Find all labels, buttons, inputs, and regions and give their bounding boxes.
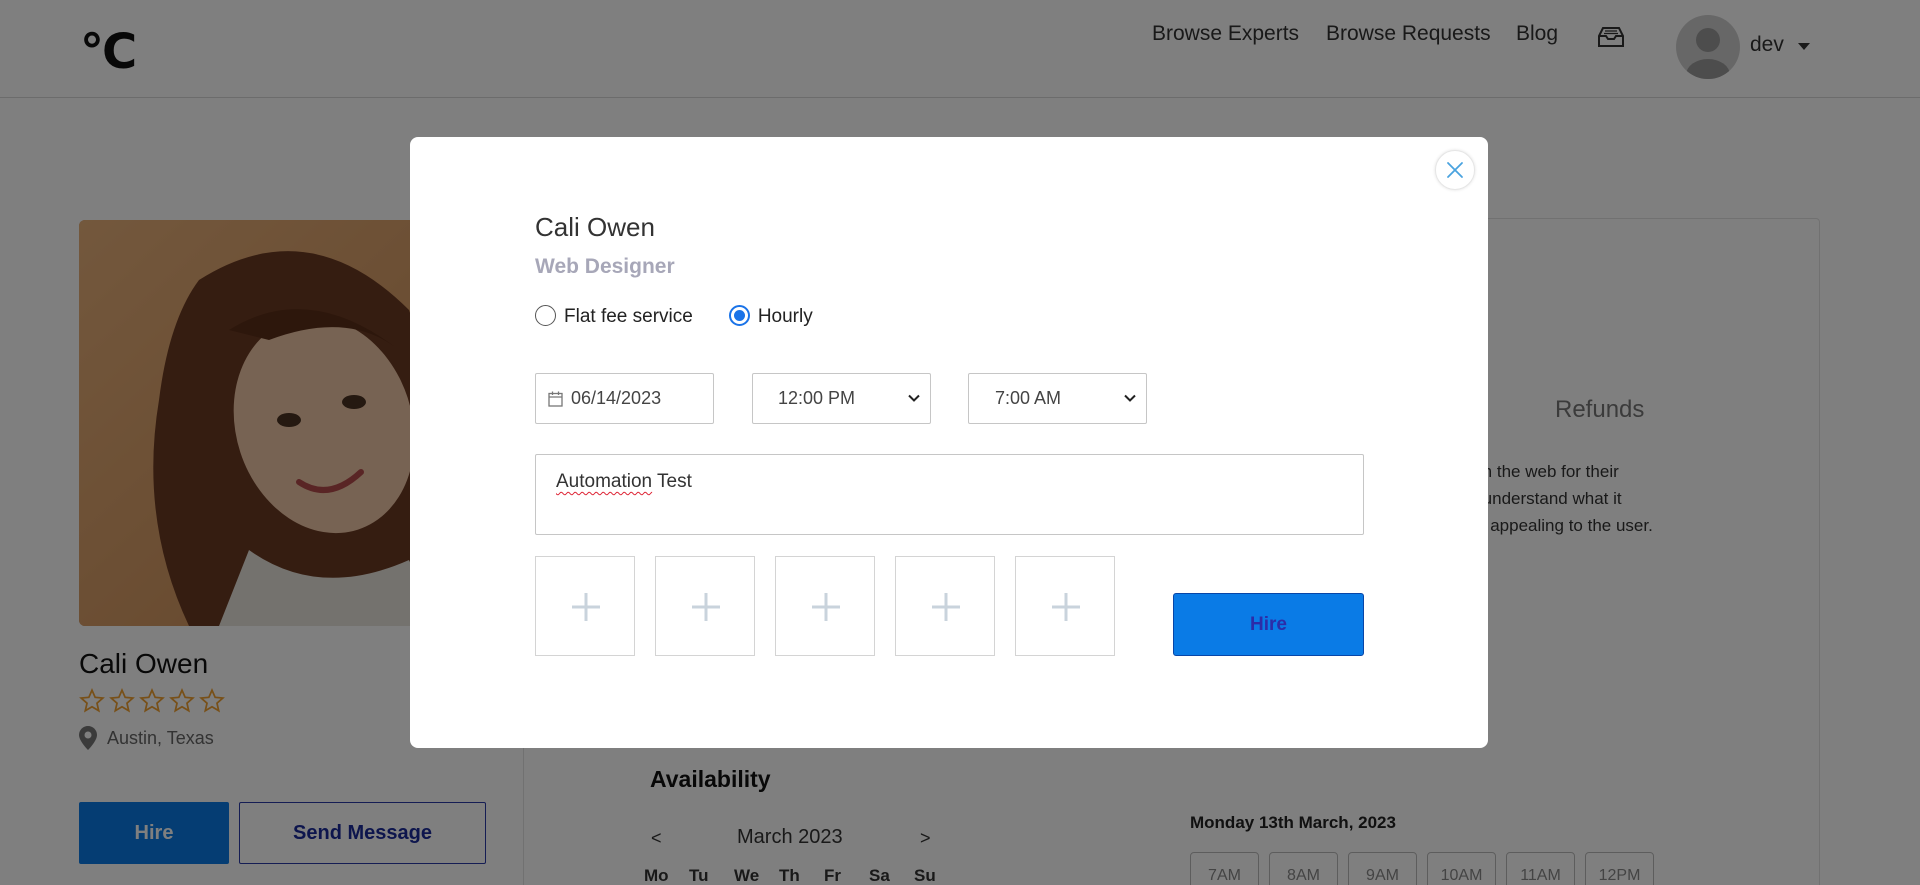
end-time-value: 7:00 AM — [995, 388, 1062, 408]
add-attachment-button[interactable] — [1015, 556, 1115, 656]
plus-icon — [932, 593, 960, 621]
modal-hire-button[interactable]: Hire — [1173, 593, 1364, 656]
date-input[interactable]: 06/14/2023 — [535, 373, 714, 424]
add-attachment-button[interactable] — [655, 556, 755, 656]
modal-expert-title: Web Designer — [535, 255, 675, 278]
start-time-value: 12:00 PM — [778, 388, 856, 408]
add-attachment-button[interactable] — [535, 556, 635, 656]
date-value: 06/14/2023 — [571, 388, 662, 408]
pricing-type-radios: Flat fee service Hourly — [535, 302, 849, 328]
plus-icon — [1052, 593, 1080, 621]
plus-icon — [572, 593, 600, 621]
attachment-slots — [535, 556, 1115, 656]
modal-expert-name: Cali Owen — [535, 212, 655, 242]
calendar-icon — [548, 391, 563, 407]
flat-fee-radio[interactable] — [535, 304, 556, 326]
close-icon — [1447, 162, 1463, 178]
plus-icon — [692, 593, 720, 621]
chevron-down-icon — [908, 394, 920, 402]
add-attachment-button[interactable] — [775, 556, 875, 656]
start-time-select[interactable]: 12:00 PM — [752, 373, 931, 424]
message-word: Test — [652, 471, 692, 492]
flat-fee-label[interactable]: Flat fee service — [564, 306, 693, 328]
message-word: Automation — [556, 471, 653, 492]
close-button[interactable] — [1435, 150, 1475, 190]
plus-icon — [812, 593, 840, 621]
hire-modal: Cali Owen Web Designer Flat fee service … — [410, 137, 1488, 748]
end-time-select[interactable]: 7:00 AM — [968, 373, 1147, 424]
message-textarea[interactable]: Automation Test — [535, 454, 1364, 535]
hourly-label[interactable]: Hourly — [758, 306, 813, 328]
chevron-down-icon — [1124, 394, 1136, 402]
add-attachment-button[interactable] — [895, 556, 995, 656]
hourly-radio[interactable] — [728, 304, 750, 326]
